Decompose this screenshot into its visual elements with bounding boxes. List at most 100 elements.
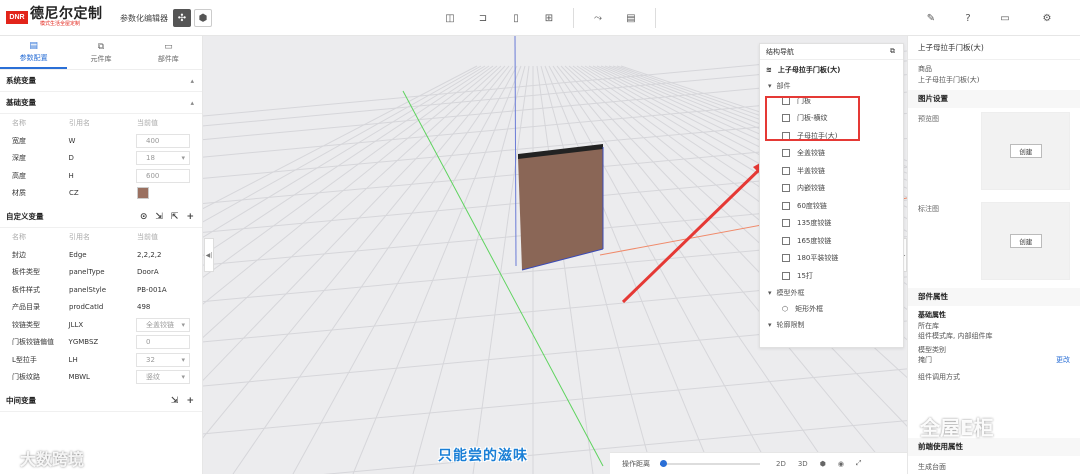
var-value-input[interactable]: 400: [136, 133, 190, 148]
frame-icon: ⬡: [782, 305, 789, 314]
door-panel-front[interactable]: [518, 147, 603, 270]
nav-part-item[interactable]: 60度铰链: [760, 197, 903, 215]
part-icon: [782, 166, 790, 175]
grid-line: [203, 65, 502, 339]
file-button[interactable]: ▭: [996, 9, 1014, 27]
nav-part-item[interactable]: 15打: [760, 267, 903, 285]
mark-label: 标注图: [918, 205, 939, 213]
box-view-icon: ◫: [445, 12, 455, 24]
nav-group-parts[interactable]: ▾ 部件: [760, 80, 903, 92]
var-ref: W: [68, 136, 76, 145]
cube-icon: ⬢: [198, 12, 208, 24]
tab-label: 参数配置: [19, 53, 48, 62]
view-2d-button[interactable]: 2D: [776, 460, 786, 468]
section-system-vars[interactable]: 系统变量 ▴: [0, 70, 202, 92]
var-value-select[interactable]: 全盖铰链 ▾: [136, 317, 190, 332]
slider-knob[interactable]: [660, 459, 667, 467]
col-ref: 引用名: [69, 233, 90, 241]
part-icon: [782, 184, 790, 193]
nav-root[interactable]: ≋ 上子母拉手门板(大): [760, 60, 903, 80]
var-value: 18 ▾: [136, 151, 202, 166]
nav-group-frame[interactable]: ▾ 模型外框: [760, 285, 903, 301]
var-row: 板件样式 panelStyle PB-001A: [0, 281, 202, 299]
nav-part-item[interactable]: 165度铰链: [760, 232, 903, 250]
expand-icon[interactable]: ⤢: [856, 459, 862, 468]
nav-part-item[interactable]: 135度铰链: [760, 215, 903, 233]
edit-button[interactable]: ✎: [922, 9, 940, 27]
right-panel-title: 上子母拉手门板(大): [908, 36, 1080, 60]
create-preview-button[interactable]: 创建: [1009, 144, 1042, 158]
var-value-select[interactable]: 32 ▾: [136, 352, 190, 367]
nav-item-label: 半盖铰链: [797, 166, 825, 175]
nav-group-label: 模型外框: [776, 288, 805, 297]
cube-icon[interactable]: ⬢: [820, 460, 826, 468]
export-button[interactable]: ▤: [622, 9, 640, 27]
grid-line: [292, 65, 518, 474]
var-value-input[interactable]: 600: [136, 168, 190, 183]
var-name: 深度: [12, 154, 26, 163]
select-value: 18: [146, 154, 155, 163]
nav-part-item[interactable]: 内嵌铰链: [760, 180, 903, 198]
create-mark-button[interactable]: 创建: [1009, 234, 1042, 248]
popout-icon[interactable]: ⧉: [890, 47, 895, 56]
chevron-down-icon: ▾: [768, 82, 772, 90]
help-button[interactable]: ?: [959, 9, 977, 27]
add-icon[interactable]: +: [186, 396, 194, 406]
pen-icon: ✎: [926, 12, 936, 24]
column-header: 名称 引用名 当前值: [0, 114, 202, 132]
nav-group-limit[interactable]: ▾ 轮廓限制: [760, 318, 903, 332]
tab-params[interactable]: ▤ 参数配置: [0, 36, 68, 69]
nav-item-label: 180平装铰链: [797, 254, 839, 263]
collapse-left-button[interactable]: ◀|: [204, 238, 214, 272]
col-ref: 引用名: [69, 119, 90, 127]
settings-icon[interactable]: ⊙: [140, 212, 148, 222]
tab-parts[interactable]: ▭ 部件库: [135, 36, 202, 69]
var-value: 498: [137, 303, 151, 312]
var-value-input[interactable]: 0: [136, 335, 190, 350]
chevron-down-icon: ▾: [181, 355, 185, 364]
highlight-box: [765, 96, 860, 141]
settings-button[interactable]: ⚙: [1038, 9, 1056, 27]
material-swatch[interactable]: [137, 187, 149, 200]
view-3d-button[interactable]: 3D: [798, 460, 808, 468]
nav-part-item[interactable]: 180平装铰链: [760, 250, 903, 268]
view-front-button[interactable]: ▯: [507, 9, 525, 27]
part-icon: [782, 201, 790, 210]
var-name: 板件样式: [12, 285, 40, 294]
var-value-select[interactable]: 18 ▾: [136, 151, 190, 166]
axis-mode-button[interactable]: ✣: [173, 9, 191, 27]
help-icon: ?: [965, 12, 971, 24]
cube-mode-button[interactable]: ⬢: [194, 9, 212, 27]
nav-group-label: 轮廓限制: [776, 321, 805, 329]
import-icon[interactable]: ⇲: [155, 212, 163, 222]
library-value: 组件模式库, 内部组件库: [918, 332, 993, 340]
var-value-select[interactable]: 竖纹 ▾: [136, 370, 190, 385]
nav-item-label: 60度铰链: [797, 201, 827, 210]
var-row: 门板铰链偏值 YGMBSZ 0: [0, 334, 202, 352]
nav-part-item[interactable]: 半盖铰链: [760, 162, 903, 180]
eye-icon[interactable]: ◉: [838, 460, 844, 468]
distance-slider[interactable]: [660, 459, 760, 467]
share-button[interactable]: ⤳: [589, 9, 607, 27]
var-ref: JLLX: [68, 320, 84, 329]
nav-root-label: 上子母拉手门板(大): [777, 66, 841, 74]
component-icon: ⧉: [97, 41, 105, 52]
import-icon[interactable]: ⇲: [171, 396, 179, 406]
section-base-vars[interactable]: 基础变量 ▴: [0, 92, 202, 114]
edit-link[interactable]: 更改: [1056, 355, 1070, 366]
view-side-button[interactable]: ⊐: [474, 9, 492, 27]
view-cube-button[interactable]: ◫: [441, 9, 459, 27]
mark-image-slot: 标注图 创建: [908, 198, 1080, 288]
nav-part-item[interactable]: 全盖铰链: [760, 145, 903, 163]
nav-frame-item[interactable]: ⬡ 矩形外框: [760, 301, 903, 319]
front-view-icon: ▯: [513, 12, 519, 24]
grid-line: [203, 65, 498, 305]
call-mode-label: 组件调用方式: [918, 372, 960, 381]
var-value: 全盖铰链 ▾: [136, 317, 202, 332]
export-icon[interactable]: ⇱: [171, 212, 179, 222]
section-middle-vars: 中间变量 ⇲ +: [0, 390, 202, 412]
add-icon[interactable]: +: [186, 212, 194, 222]
view-top-button[interactable]: ⊞: [540, 9, 558, 27]
nav-item-label: 15打: [797, 271, 813, 280]
tab-components[interactable]: ⧉ 元件库: [67, 36, 134, 69]
